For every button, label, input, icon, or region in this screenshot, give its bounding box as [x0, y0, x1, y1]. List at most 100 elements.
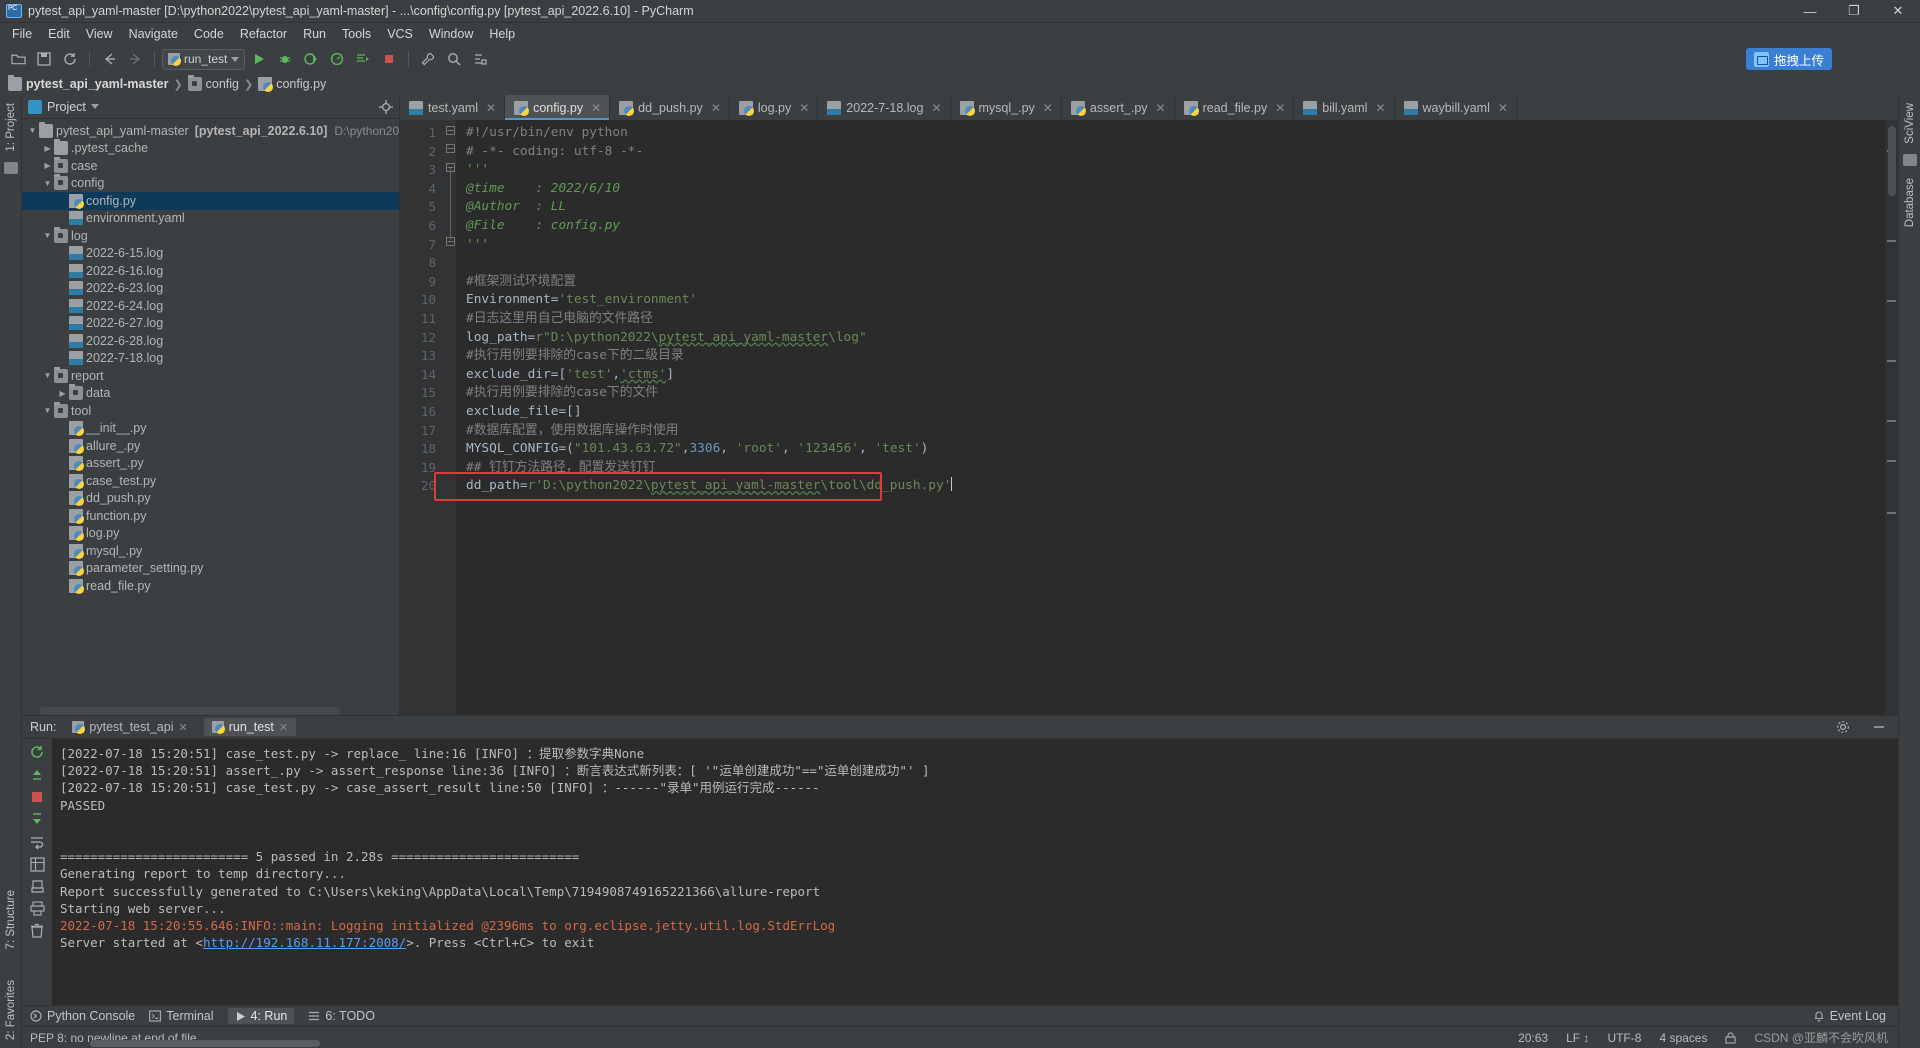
chevron-right-icon[interactable]: ▶: [56, 389, 69, 398]
bottom-tab-python-console[interactable]: Python Console: [30, 1009, 135, 1023]
export-icon[interactable]: [30, 879, 45, 894]
editor-tab-test-yaml[interactable]: YML test.yaml ✕: [400, 95, 506, 120]
editor-tab-read-file-py[interactable]: read_file.py ✕: [1175, 95, 1295, 120]
close-icon[interactable]: ✕: [279, 721, 288, 734]
breadcrumb-file[interactable]: config.py: [258, 77, 326, 92]
print-icon[interactable]: [29, 901, 45, 916]
editor-tab-config-py[interactable]: config.py ✕: [505, 95, 611, 120]
tree-item[interactable]: LOG 2022-7-18.log: [22, 350, 399, 368]
bottom-tab-todo[interactable]: 6: TODO: [308, 1009, 375, 1023]
tree-item[interactable]: LOG 2022-6-28.log: [22, 332, 399, 350]
run-with-console-icon[interactable]: [351, 48, 375, 70]
run-settings-gear-icon[interactable]: [1836, 720, 1850, 734]
tree-item[interactable]: ▼ tool: [22, 401, 399, 420]
tree-item[interactable]: log.py: [22, 525, 399, 543]
menu-item-view[interactable]: View: [78, 25, 121, 43]
menu-item-code[interactable]: Code: [186, 25, 232, 43]
tree-item[interactable]: LOG 2022-6-16.log: [22, 262, 399, 280]
run-console-output[interactable]: [2022-07-18 15:20:51] case_test.py -> re…: [52, 739, 1898, 1005]
chevron-down-icon[interactable]: [90, 104, 99, 109]
bottom-tab-terminal[interactable]: Terminal: [149, 1009, 214, 1023]
close-icon[interactable]: ✕: [179, 721, 188, 734]
close-icon[interactable]: ✕: [1498, 101, 1508, 115]
tree-item[interactable]: assert_.py: [22, 455, 399, 473]
menu-item-vcs[interactable]: VCS: [379, 25, 421, 43]
editor-tab-2022-7-18-log[interactable]: LOG 2022-7-18.log ✕: [818, 95, 951, 120]
maximize-button[interactable]: ❐: [1832, 0, 1876, 23]
delete-trash-icon[interactable]: [30, 923, 44, 938]
source-code[interactable]: #!/usr/bin/env python # -*- coding: utf-8…: [456, 120, 1898, 715]
back-arrow-icon[interactable]: [97, 48, 121, 70]
tree-item[interactable]: ▶ case: [22, 156, 399, 175]
rail-structure-button[interactable]: 7: Structure: [5, 890, 17, 949]
sync-icon[interactable]: [58, 48, 82, 70]
project-horizontal-scrollbar[interactable]: [40, 707, 340, 715]
close-icon[interactable]: ✕: [591, 101, 601, 115]
stop-icon[interactable]: [377, 48, 401, 70]
rail-structure-icon[interactable]: [3, 161, 18, 174]
profile-icon[interactable]: [325, 48, 349, 70]
locate-target-icon[interactable]: [379, 99, 393, 114]
editor-tab-bill-yaml[interactable]: YML bill.yaml ✕: [1294, 95, 1395, 120]
minimize-button[interactable]: —: [1788, 0, 1832, 23]
chevron-down-icon[interactable]: ▼: [41, 406, 54, 415]
editor-tab-log-py[interactable]: log.py ✕: [730, 95, 819, 120]
menu-item-file[interactable]: File: [4, 25, 40, 43]
tree-item[interactable]: dd_push.py: [22, 490, 399, 508]
run-icon[interactable]: [247, 48, 271, 70]
server-url-link[interactable]: http://192.168.11.177:2008/: [203, 935, 406, 950]
menu-item-edit[interactable]: Edit: [40, 25, 78, 43]
rerun-icon[interactable]: [29, 744, 45, 760]
tree-item[interactable]: mysql_.py: [22, 542, 399, 560]
rail-project-button[interactable]: 1: Project: [5, 103, 17, 152]
editor-tab-dd-push-py[interactable]: dd_push.py ✕: [610, 95, 730, 120]
tree-item[interactable]: parameter_setting.py: [22, 560, 399, 578]
menu-item-refactor[interactable]: Refactor: [232, 25, 295, 43]
scroll-down-icon[interactable]: [29, 811, 45, 827]
menu-item-run[interactable]: Run: [295, 25, 334, 43]
breadcrumb-config[interactable]: config: [187, 75, 239, 91]
save-icon[interactable]: [32, 48, 56, 70]
tree-item[interactable]: config.py: [22, 192, 399, 210]
rail-database-button[interactable]: Database: [1904, 178, 1916, 227]
tree-item[interactable]: read_file.py: [22, 577, 399, 595]
scroll-up-icon[interactable]: [29, 767, 45, 783]
tree-item[interactable]: ▼ log: [22, 226, 399, 245]
tree-item[interactable]: ▼ config: [22, 174, 399, 193]
menu-item-window[interactable]: Window: [421, 25, 481, 43]
editor-tab-mysql-py[interactable]: mysql_.py ✕: [951, 95, 1062, 120]
tree-item[interactable]: __init__.py: [22, 420, 399, 438]
bottom-tab-run[interactable]: 4: Run: [227, 1008, 295, 1024]
rail-sciview-button[interactable]: SciView: [1904, 103, 1916, 144]
rail-favorites-button[interactable]: 2: Favorites: [5, 980, 17, 1040]
forward-arrow-icon[interactable]: [123, 48, 147, 70]
tree-item[interactable]: YML environment.yaml: [22, 210, 399, 228]
chevron-right-icon[interactable]: ▶: [41, 144, 54, 153]
chevron-down-icon[interactable]: ▼: [41, 179, 54, 188]
tree-item[interactable]: ▶ data: [22, 384, 399, 403]
search-icon[interactable]: [442, 48, 466, 70]
close-icon[interactable]: ✕: [1275, 101, 1285, 115]
tree-item[interactable]: LOG 2022-6-15.log: [22, 245, 399, 263]
open-folder-icon[interactable]: [6, 48, 30, 70]
lock-icon[interactable]: [1725, 1031, 1737, 1044]
breadcrumb-project[interactable]: pytest_api_yaml-master: [8, 75, 168, 91]
file-encoding[interactable]: UTF-8: [1607, 1031, 1641, 1045]
tree-item[interactable]: LOG 2022-6-23.log: [22, 280, 399, 298]
structure-icon[interactable]: [468, 48, 492, 70]
tree-item[interactable]: case_test.py: [22, 472, 399, 490]
fold-marker-icon[interactable]: ─: [446, 144, 455, 153]
close-icon[interactable]: ✕: [931, 101, 941, 115]
chevron-right-icon[interactable]: ▶: [41, 161, 54, 170]
editor-tab-assert-py[interactable]: assert_.py ✕: [1062, 95, 1175, 120]
close-button[interactable]: ✕: [1876, 0, 1920, 23]
grid-icon[interactable]: [29, 857, 45, 872]
stop-icon[interactable]: [30, 790, 44, 804]
indent-setting[interactable]: 4 spaces: [1659, 1031, 1707, 1045]
line-separator[interactable]: LF ↕: [1566, 1031, 1589, 1045]
upload-drag-button[interactable]: 拖拽上传: [1745, 48, 1832, 70]
chevron-down-icon[interactable]: ▼: [41, 231, 54, 240]
project-tree[interactable]: ▼ pytest_api_yaml-master [pytest_api_2022.…: [22, 119, 399, 715]
chevron-down-icon[interactable]: ▼: [26, 126, 39, 135]
horizontal-scrollbar[interactable]: [90, 1040, 320, 1047]
